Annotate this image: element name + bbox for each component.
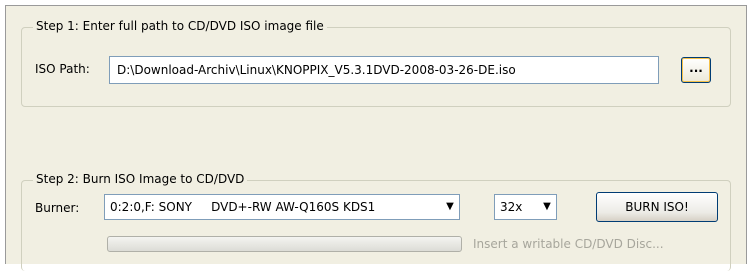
iso-path-input[interactable]: D:\Download-Archiv\Linux\KNOPPIX_V5.3.1D… — [109, 56, 659, 84]
iso-path-label: ISO Path: — [35, 62, 90, 76]
burn-progress-bar — [107, 236, 462, 252]
speed-select[interactable]: 32x ▼ — [494, 194, 557, 220]
step1-title: Step 1: Enter full path to CD/DVD ISO im… — [33, 19, 327, 33]
burner-label: Burner: — [35, 201, 80, 215]
burner-select[interactable]: 0:2:0,F: SONY DVD+-RW AW-Q160S KDS1 ▼ — [104, 194, 460, 220]
burn-iso-button[interactable]: BURN ISO! — [596, 192, 718, 222]
burner-select-value: 0:2:0,F: SONY DVD+-RW AW-Q160S KDS1 — [110, 200, 376, 214]
chevron-down-icon[interactable]: ▼ — [441, 195, 459, 219]
speed-select-value: 32x — [500, 200, 523, 214]
status-text: Insert a writable CD/DVD Disc... — [473, 237, 664, 251]
step2-title: Step 2: Burn ISO Image to CD/DVD — [33, 172, 248, 186]
browse-button[interactable]: ... — [681, 57, 711, 83]
chevron-down-icon[interactable]: ▼ — [538, 195, 556, 219]
